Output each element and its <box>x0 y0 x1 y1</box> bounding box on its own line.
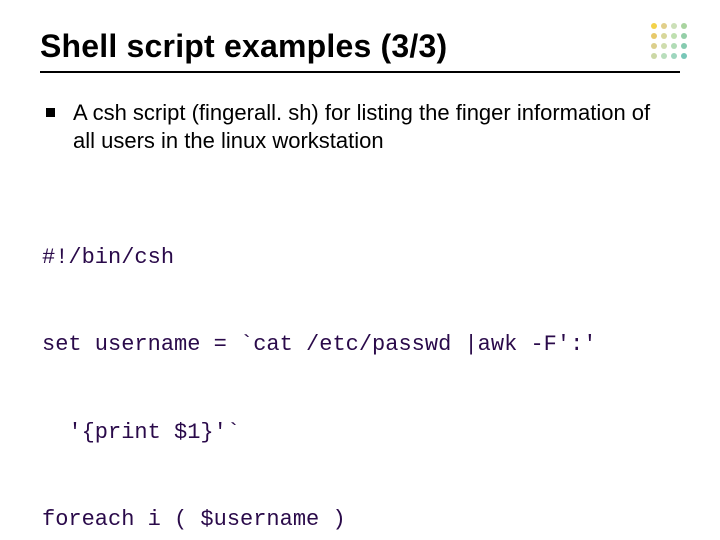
code-line: #!/bin/csh <box>42 243 680 272</box>
code-line-continuation: '{print $1}'` <box>42 418 680 447</box>
corner-decoration-icon <box>648 20 692 64</box>
slide: Shell script examples (3/3) A csh script… <box>0 0 720 540</box>
code-line: set username = `cat /etc/passwd |awk -F'… <box>42 330 680 359</box>
code-line: foreach i ( $username ) <box>42 505 680 534</box>
code-block: #!/bin/csh set username = `cat /etc/pass… <box>42 185 680 540</box>
bullet-item: A csh script (fingerall. sh) for listing… <box>46 99 680 155</box>
bullet-text: A csh script (fingerall. sh) for listing… <box>73 99 673 155</box>
bullet-square-icon <box>46 108 55 117</box>
title-underline <box>40 71 680 73</box>
slide-title: Shell script examples (3/3) <box>40 28 680 65</box>
